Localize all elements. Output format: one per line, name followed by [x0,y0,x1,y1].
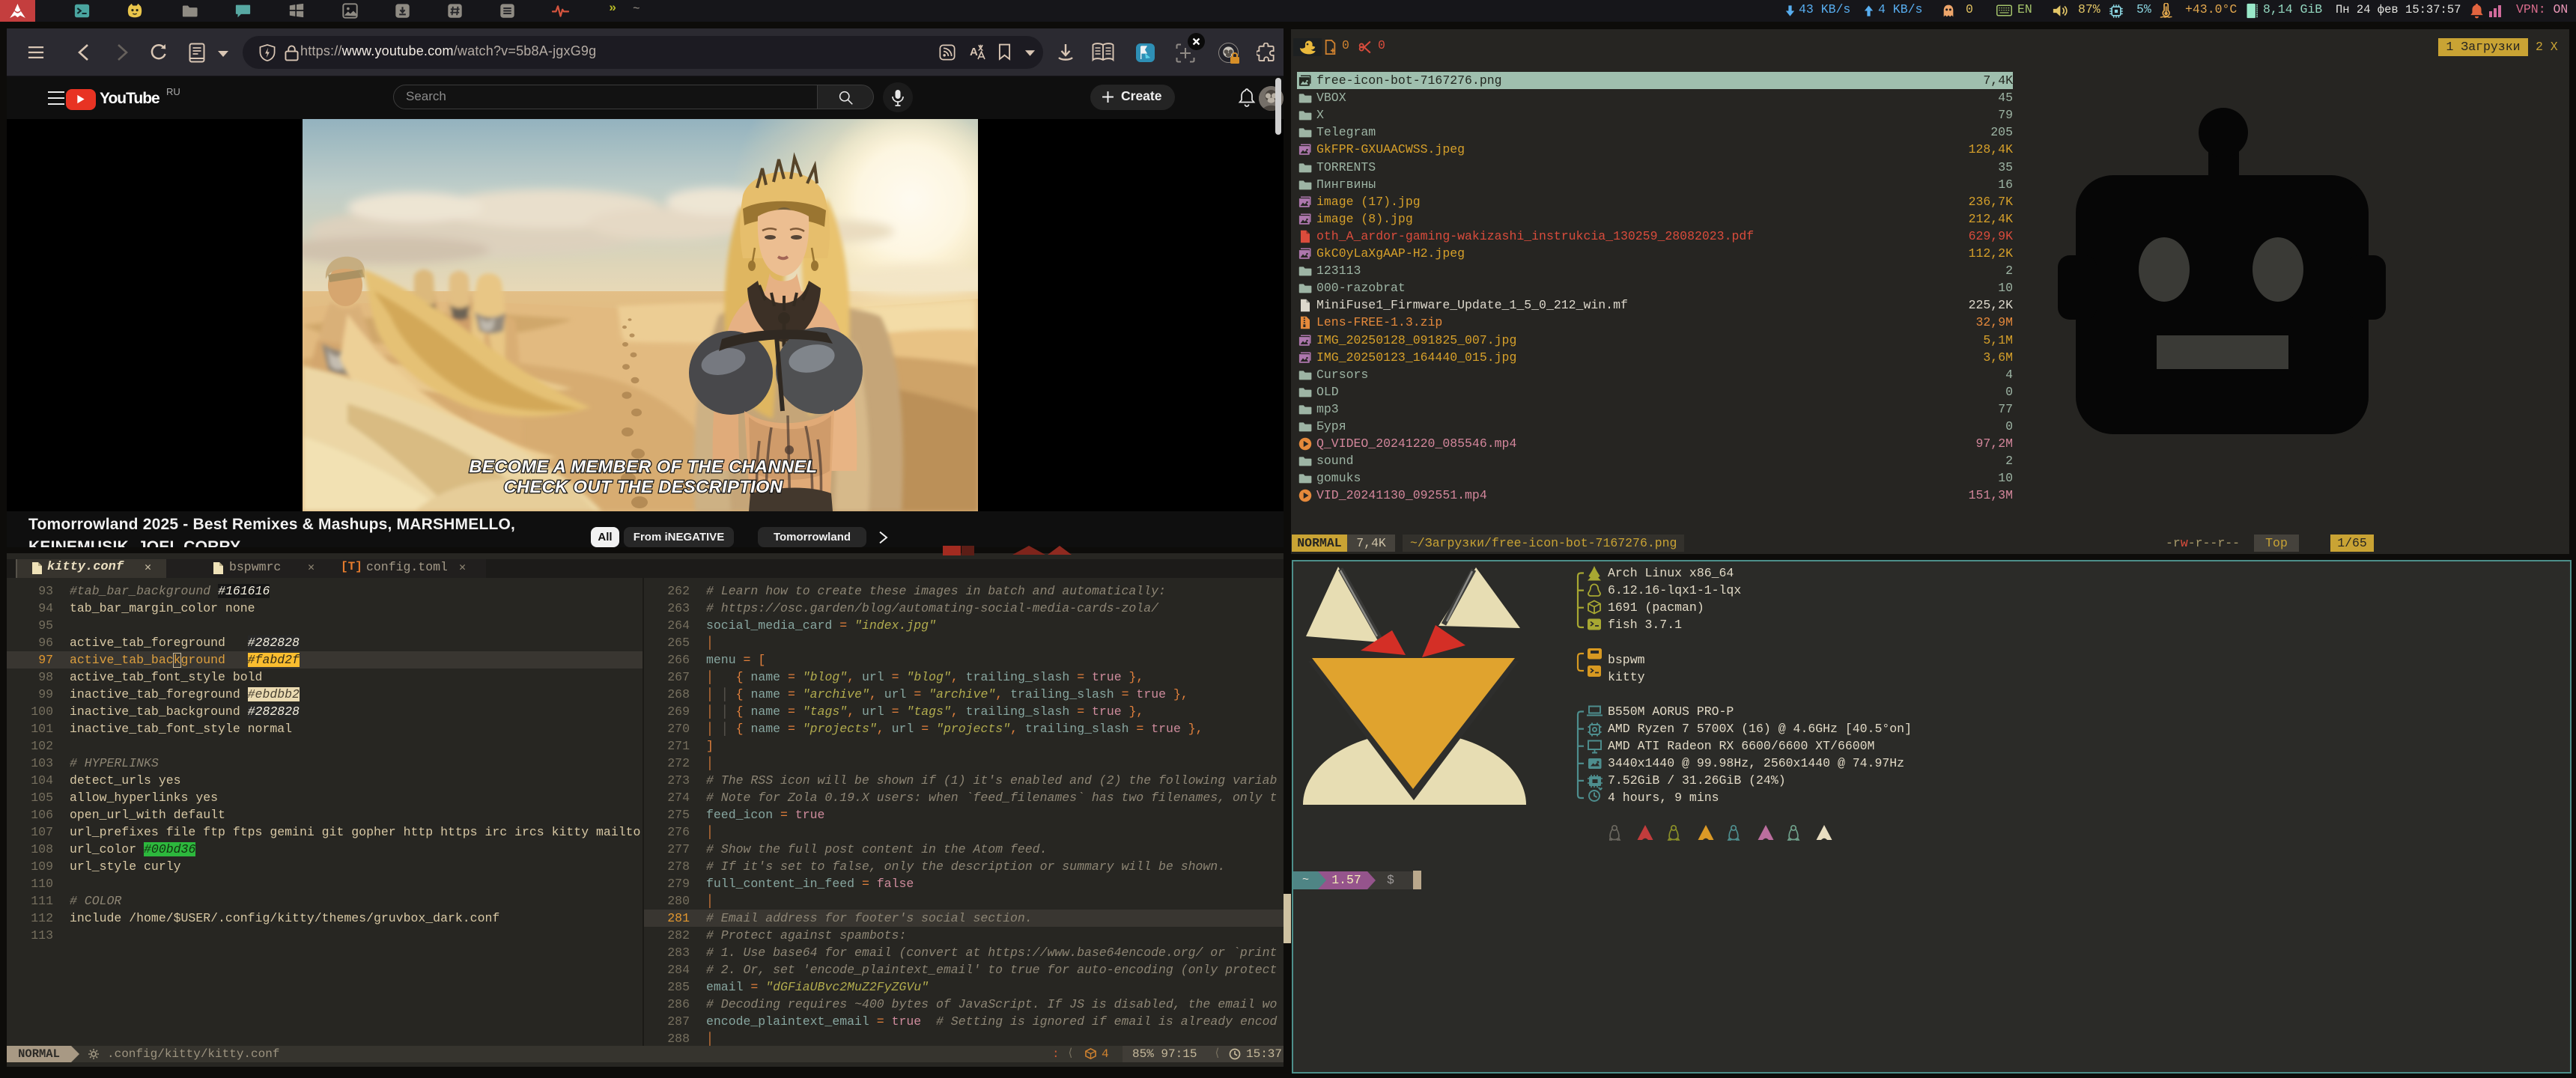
svg-text:BECOME A MEMBER OF THE CHANNEL: BECOME A MEMBER OF THE CHANNEL [470,457,818,476]
svg-text:A: A [970,46,978,58]
svg-text:CHECK OUT THE DESCRIPTION: CHECK OUT THE DESCRIPTION [504,477,783,496]
